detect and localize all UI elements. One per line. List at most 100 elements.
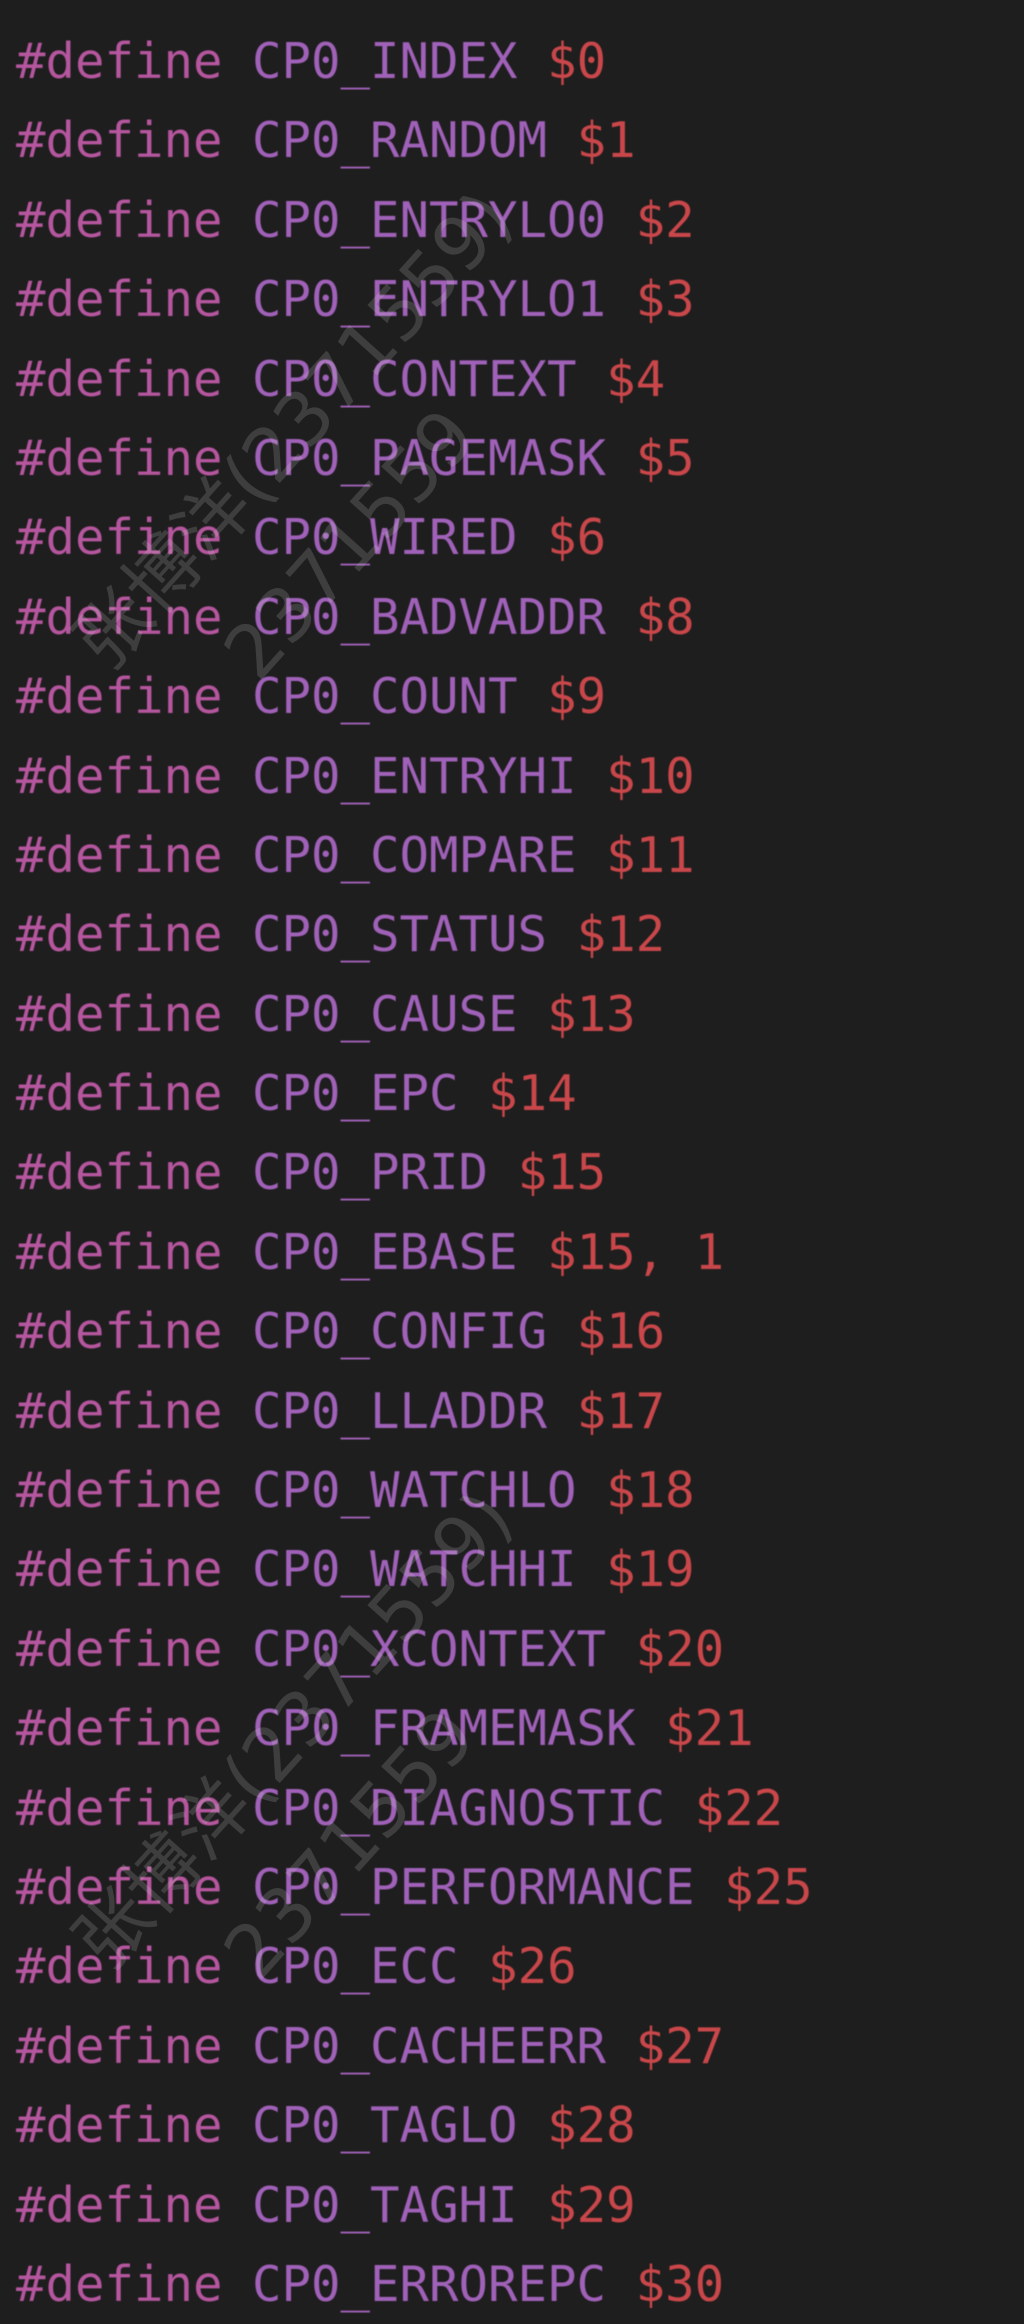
define-keyword: #define — [16, 191, 223, 249]
code-line[interactable]: #define CP0_RANDOM $1 — [16, 101, 813, 180]
define-keyword: #define — [16, 1382, 223, 1440]
define-keyword: #define — [16, 1541, 223, 1599]
macro-name: CP0_XCONTEXT — [252, 1620, 607, 1678]
macro-name: CP0_COMPARE — [252, 826, 577, 884]
code-line[interactable]: #define CP0_PAGEMASK $5 — [16, 419, 813, 498]
code-line[interactable]: #define CP0_EBASE $15, 1 — [16, 1213, 813, 1292]
define-keyword: #define — [16, 1858, 223, 1916]
macro-name: CP0_DIAGNOSTIC — [252, 1779, 666, 1837]
define-keyword: #define — [16, 1700, 223, 1758]
macro-name: CP0_PRID — [252, 1144, 489, 1202]
macro-value: $15, 1 — [547, 1223, 725, 1281]
code-line[interactable]: #define CP0_ENTRYLO1 $3 — [16, 260, 813, 339]
macro-name: CP0_ENTRYLO1 — [252, 271, 607, 329]
code-line[interactable]: #define CP0_TAGLO $28 — [16, 2086, 813, 2165]
define-keyword: #define — [16, 271, 223, 329]
code-line[interactable]: #define CP0_ENTRYHI $10 — [16, 737, 813, 816]
macro-value: $5 — [635, 429, 695, 487]
code-line[interactable]: #define CP0_PERFORMANCE $25 — [16, 1848, 813, 1927]
define-keyword: #define — [16, 350, 223, 408]
define-keyword: #define — [16, 429, 223, 487]
code-line[interactable]: #define CP0_ERROREPC $30 — [16, 2245, 813, 2324]
macro-value: $26 — [488, 1938, 577, 1996]
define-keyword: #define — [16, 1144, 223, 1202]
macro-value: $6 — [547, 509, 607, 567]
macro-name: CP0_ERROREPC — [252, 2255, 607, 2313]
define-keyword: #define — [16, 112, 223, 170]
define-keyword: #define — [16, 1223, 223, 1281]
macro-name: CP0_RANDOM — [252, 112, 548, 170]
macro-name: CP0_TAGHI — [252, 2176, 518, 2234]
macro-value: $9 — [547, 668, 607, 726]
define-keyword: #define — [16, 747, 223, 805]
macro-value: $30 — [635, 2255, 725, 2313]
macro-value: $21 — [665, 1700, 754, 1758]
macro-name: CP0_COUNT — [252, 668, 518, 726]
macro-name: CP0_ENTRYLO0 — [252, 191, 607, 249]
code-line[interactable]: #define CP0_WIRED $6 — [16, 498, 813, 577]
macro-name: CP0_LLADDR — [252, 1382, 548, 1440]
define-keyword: #define — [16, 668, 223, 726]
define-keyword: #define — [16, 2097, 223, 2155]
macro-name: CP0_TAGLO — [252, 2097, 518, 2155]
define-keyword: #define — [16, 1938, 223, 1996]
code-line[interactable]: #define CP0_PRID $15 — [16, 1133, 813, 1212]
code-line[interactable]: #define CP0_WATCHLO $18 — [16, 1451, 813, 1530]
macro-name: CP0_CONTEXT — [252, 350, 577, 408]
code-line[interactable]: #define CP0_CONTEXT $4 — [16, 340, 813, 419]
define-keyword: #define — [16, 1620, 223, 1678]
macro-name: CP0_WATCHLO — [252, 1462, 577, 1520]
code-line[interactable]: #define CP0_DIAGNOSTIC $22 — [16, 1769, 813, 1848]
macro-value: $18 — [606, 1462, 695, 1520]
define-keyword: #define — [16, 985, 223, 1043]
macro-value: $3 — [635, 271, 695, 329]
code-line[interactable]: #define CP0_TAGHI $29 — [16, 2166, 813, 2245]
macro-value: $13 — [547, 985, 636, 1043]
define-keyword: #define — [16, 2255, 223, 2313]
macro-value: $4 — [606, 350, 666, 408]
code-line[interactable]: #define CP0_BADVADDR $8 — [16, 578, 813, 657]
code-line[interactable]: #define CP0_LLADDR $17 — [16, 1372, 813, 1451]
code-line[interactable]: #define CP0_COMPARE $11 — [16, 816, 813, 895]
code-line[interactable]: #define CP0_CONFIG $16 — [16, 1292, 813, 1371]
macro-name: CP0_WATCHHI — [252, 1541, 577, 1599]
macro-value: $15 — [517, 1144, 607, 1202]
macro-value: $25 — [724, 1858, 813, 1916]
macro-name: CP0_PERFORMANCE — [252, 1858, 695, 1916]
code-line[interactable]: #define CP0_CAUSE $13 — [16, 975, 813, 1054]
define-keyword: #define — [16, 906, 223, 964]
code-line[interactable]: #define CP0_XCONTEXT $20 — [16, 1610, 813, 1689]
code-line[interactable]: #define CP0_WATCHHI $19 — [16, 1530, 813, 1609]
macro-value: $27 — [635, 2017, 725, 2075]
macro-value: $14 — [488, 1065, 577, 1123]
code-line[interactable]: #define CP0_CACHEERR $27 — [16, 2007, 813, 2086]
code-line[interactable]: #define CP0_COUNT $9 — [16, 657, 813, 736]
macro-name: CP0_CACHEERR — [252, 2017, 607, 2075]
code-line[interactable]: #define CP0_ENTRYLO0 $2 — [16, 181, 813, 260]
macro-value: $8 — [635, 588, 695, 646]
macro-value: $1 — [576, 112, 636, 170]
macro-name: CP0_PAGEMASK — [252, 429, 607, 487]
define-keyword: #define — [16, 1065, 223, 1123]
code-lines: #define CP0_INDEX $0 #define CP0_RANDOM $… — [16, 22, 813, 2324]
macro-value: $12 — [576, 906, 666, 964]
macro-name: CP0_ECC — [252, 1938, 459, 1996]
code-line[interactable]: #define CP0_FRAMEMASK $21 — [16, 1689, 813, 1768]
define-keyword: #define — [16, 1462, 223, 1520]
code-line[interactable]: #define CP0_ECC $26 — [16, 1927, 813, 2006]
macro-name: CP0_CONFIG — [252, 1303, 548, 1361]
macro-value: $20 — [635, 1620, 725, 1678]
macro-name: CP0_EBASE — [252, 1223, 518, 1281]
macro-value: $28 — [547, 2097, 636, 2155]
macro-name: CP0_FRAMEMASK — [252, 1700, 636, 1758]
macro-name: CP0_STATUS — [252, 906, 548, 964]
define-keyword: #define — [16, 588, 223, 646]
macro-value: $29 — [547, 2176, 636, 2234]
code-line[interactable]: #define CP0_EPC $14 — [16, 1054, 813, 1133]
macro-name: CP0_BADVADDR — [252, 588, 607, 646]
define-keyword: #define — [16, 509, 223, 567]
code-line[interactable]: #define CP0_INDEX $0 — [16, 22, 813, 101]
code-editor[interactable]: #define CP0_INDEX $0 #define CP0_RANDOM $… — [0, 0, 1024, 2313]
define-keyword: #define — [16, 33, 223, 90]
code-line[interactable]: #define CP0_STATUS $12 — [16, 895, 813, 974]
